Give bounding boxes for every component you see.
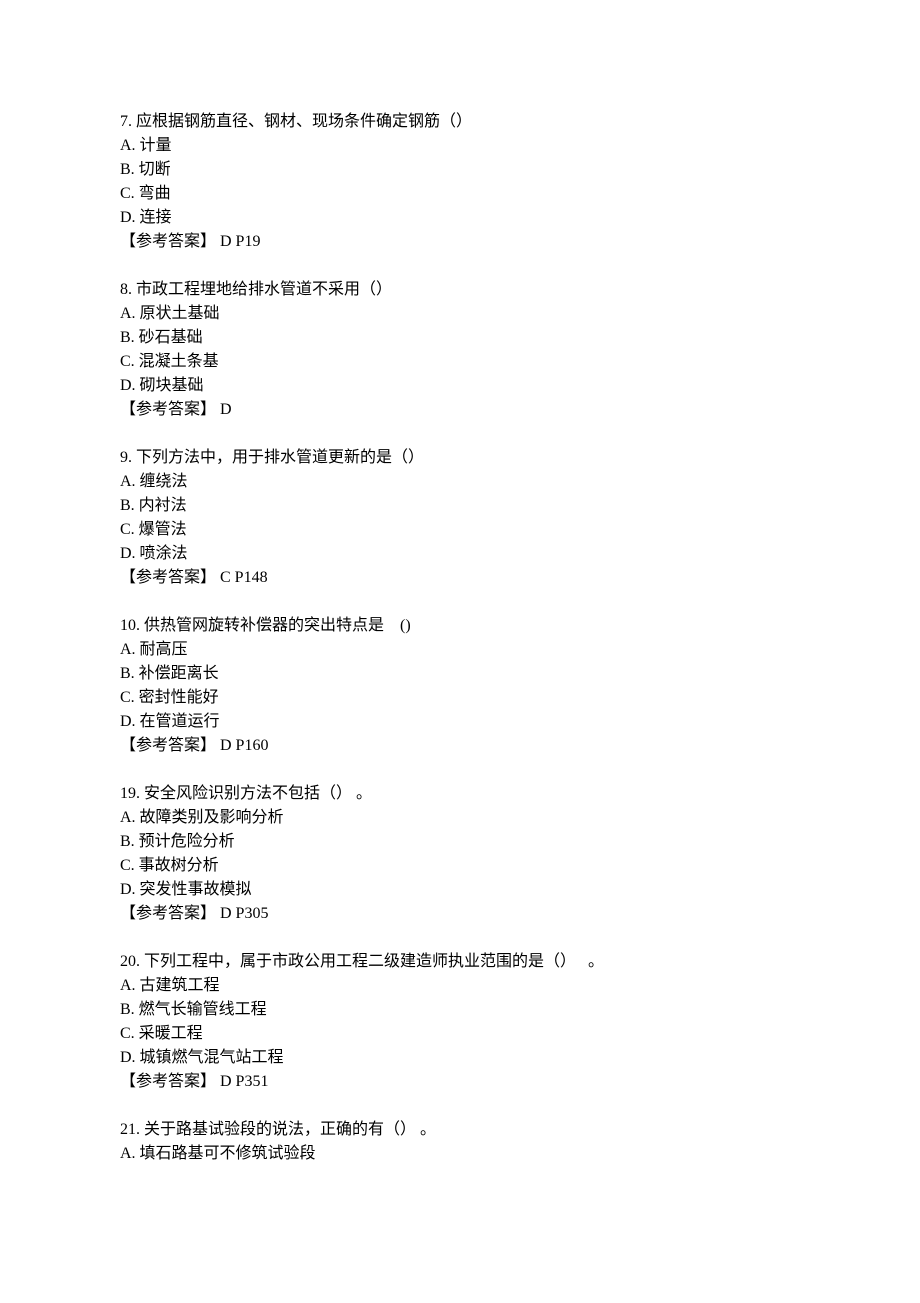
question-option: B. 砂石基础 — [120, 326, 920, 350]
question-stem: 9. 下列方法中，用于排水管道更新的是（） — [120, 446, 920, 470]
question-option: D. 突发性事故模拟 — [120, 878, 920, 902]
question-option: C. 事故树分析 — [120, 854, 920, 878]
question-stem: 20. 下列工程中，属于市政公用工程二级建造师执业范围的是（） 。 — [120, 950, 920, 974]
question-stem: 10. 供热管网旋转补偿器的突出特点是 () — [120, 614, 920, 638]
question-stem-text: 安全风险识别方法不包括（） 。 — [144, 785, 372, 802]
question-answer: 【参考答案】 D P305 — [120, 902, 920, 926]
question-option: A. 填石路基可不修筑试验段 — [120, 1142, 920, 1166]
question-answer: 【参考答案】 D P160 — [120, 734, 920, 758]
question-stem-text: 关于路基试验段的说法，正确的有（） 。 — [144, 1121, 436, 1138]
question-7: 7. 应根据钢筋直径、钢材、现场条件确定钢筋（） A. 计量 B. 切断 C. … — [120, 110, 920, 254]
question-option: B. 内衬法 — [120, 494, 920, 518]
question-stem-text: 下列方法中，用于排水管道更新的是（） — [136, 449, 424, 466]
question-answer: 【参考答案】 D P19 — [120, 230, 920, 254]
question-option: C. 采暖工程 — [120, 1022, 920, 1046]
question-option: C. 密封性能好 — [120, 686, 920, 710]
question-9: 9. 下列方法中，用于排水管道更新的是（） A. 缠绕法 B. 内衬法 C. 爆… — [120, 446, 920, 590]
question-19: 19. 安全风险识别方法不包括（） 。 A. 故障类别及影响分析 B. 预计危险… — [120, 782, 920, 926]
question-10: 10. 供热管网旋转补偿器的突出特点是 () A. 耐高压 B. 补偿距离长 C… — [120, 614, 920, 758]
question-answer: 【参考答案】 C P148 — [120, 566, 920, 590]
question-number: 21. — [120, 1121, 140, 1138]
question-stem: 21. 关于路基试验段的说法，正确的有（） 。 — [120, 1118, 920, 1142]
question-stem-text: 供热管网旋转补偿器的突出特点是 () — [144, 617, 411, 634]
question-option: D. 连接 — [120, 206, 920, 230]
question-answer: 【参考答案】 D — [120, 398, 920, 422]
question-stem-text: 市政工程埋地给排水管道不采用（） — [136, 281, 392, 298]
question-option: C. 混凝土条基 — [120, 350, 920, 374]
question-stem: 7. 应根据钢筋直径、钢材、现场条件确定钢筋（） — [120, 110, 920, 134]
question-stem-text: 应根据钢筋直径、钢材、现场条件确定钢筋（） — [136, 113, 472, 130]
question-number: 8. — [120, 281, 132, 298]
question-option: A. 耐高压 — [120, 638, 920, 662]
question-option: A. 原状土基础 — [120, 302, 920, 326]
question-stem: 19. 安全风险识别方法不包括（） 。 — [120, 782, 920, 806]
question-stem: 8. 市政工程埋地给排水管道不采用（） — [120, 278, 920, 302]
question-option: B. 切断 — [120, 158, 920, 182]
question-option: D. 城镇燃气混气站工程 — [120, 1046, 920, 1070]
question-number: 7. — [120, 113, 132, 130]
question-option: B. 补偿距离长 — [120, 662, 920, 686]
question-number: 19. — [120, 785, 140, 802]
question-option: D. 砌块基础 — [120, 374, 920, 398]
question-number: 9. — [120, 449, 132, 466]
question-option: D. 喷涂法 — [120, 542, 920, 566]
question-number: 10. — [120, 617, 140, 634]
question-option: C. 爆管法 — [120, 518, 920, 542]
question-option: A. 缠绕法 — [120, 470, 920, 494]
question-8: 8. 市政工程埋地给排水管道不采用（） A. 原状土基础 B. 砂石基础 C. … — [120, 278, 920, 422]
question-20: 20. 下列工程中，属于市政公用工程二级建造师执业范围的是（） 。 A. 古建筑… — [120, 950, 920, 1094]
question-option: A. 故障类别及影响分析 — [120, 806, 920, 830]
question-option: B. 燃气长输管线工程 — [120, 998, 920, 1022]
question-stem-text: 下列工程中，属于市政公用工程二级建造师执业范围的是（） 。 — [144, 953, 604, 970]
question-option: D. 在管道运行 — [120, 710, 920, 734]
question-option: C. 弯曲 — [120, 182, 920, 206]
question-option: A. 古建筑工程 — [120, 974, 920, 998]
question-21: 21. 关于路基试验段的说法，正确的有（） 。 A. 填石路基可不修筑试验段 — [120, 1118, 920, 1166]
question-answer: 【参考答案】 D P351 — [120, 1070, 920, 1094]
question-option: B. 预计危险分析 — [120, 830, 920, 854]
question-option: A. 计量 — [120, 134, 920, 158]
question-number: 20. — [120, 953, 140, 970]
